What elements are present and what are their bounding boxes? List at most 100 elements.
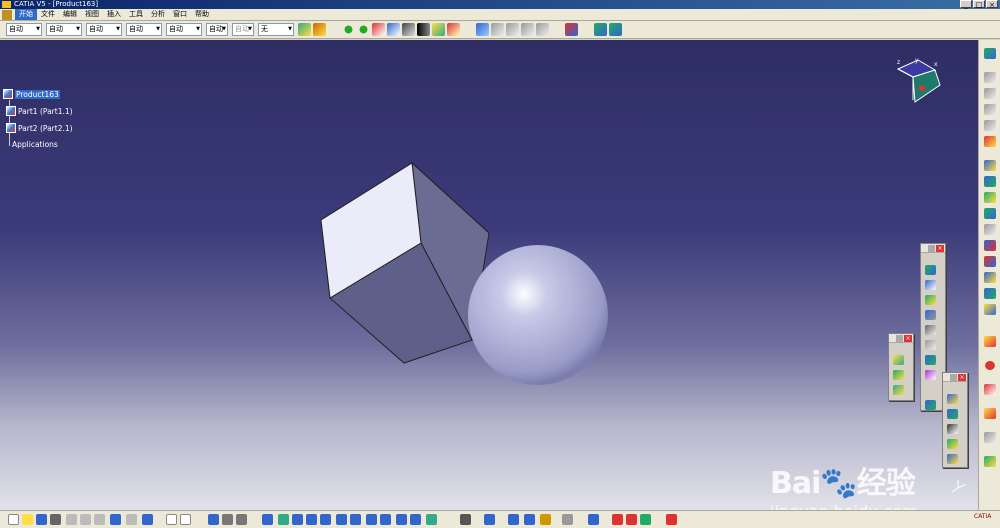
fly-icon[interactable] bbox=[262, 514, 273, 525]
texture-icon[interactable] bbox=[626, 514, 637, 525]
3d-viewport[interactable]: z y x Product163 Part1 (Part1.1) Part2 (… bbox=[0, 40, 978, 510]
hide-icon[interactable] bbox=[426, 514, 437, 525]
redo-icon[interactable] bbox=[126, 514, 137, 525]
quick-constraint-icon[interactable] bbox=[925, 370, 936, 380]
fix-icon[interactable] bbox=[925, 340, 936, 350]
new-icon[interactable] bbox=[8, 514, 19, 525]
catalog-icon[interactable] bbox=[984, 272, 996, 283]
stop-icon[interactable] bbox=[984, 360, 996, 371]
open-icon[interactable] bbox=[22, 514, 33, 525]
menu-file[interactable]: 文件 bbox=[37, 9, 59, 20]
tree-item-part1[interactable]: Part1 (Part1.1) bbox=[6, 106, 73, 116]
copy-icon[interactable] bbox=[80, 514, 91, 525]
line-icon[interactable] bbox=[984, 120, 996, 131]
rotate-view-icon[interactable] bbox=[236, 514, 247, 525]
iso-view-icon[interactable] bbox=[380, 514, 391, 525]
zoom-in-icon[interactable] bbox=[320, 514, 331, 525]
annotation-icon[interactable] bbox=[984, 408, 996, 419]
cut-icon[interactable] bbox=[66, 514, 77, 525]
view-icon[interactable] bbox=[984, 432, 996, 443]
link-icon[interactable] bbox=[562, 514, 573, 525]
analysis-icon[interactable] bbox=[984, 136, 996, 147]
print-icon[interactable] bbox=[50, 514, 61, 525]
menu-window[interactable]: 窗口 bbox=[169, 9, 191, 20]
component-icon[interactable] bbox=[893, 355, 904, 365]
point-type-combo[interactable]: 自动 bbox=[166, 23, 202, 36]
sketch-icon[interactable] bbox=[984, 72, 996, 83]
layer-combo[interactable]: 无 bbox=[258, 23, 294, 36]
bom-icon[interactable] bbox=[984, 288, 996, 299]
offset-icon[interactable] bbox=[925, 310, 936, 320]
rendering-combo[interactable]: 自动 bbox=[206, 23, 228, 36]
tree-root[interactable]: Product163 bbox=[3, 89, 60, 99]
menu-view[interactable]: 视图 bbox=[81, 9, 103, 20]
manipulate-icon[interactable] bbox=[947, 394, 958, 404]
pan-view-icon[interactable] bbox=[292, 514, 303, 525]
bom-icon[interactable] bbox=[536, 23, 549, 36]
measure-icon[interactable] bbox=[484, 514, 495, 525]
scissors-icon[interactable] bbox=[372, 23, 385, 36]
sphere[interactable] bbox=[468, 245, 608, 385]
move-icon[interactable] bbox=[342, 23, 355, 36]
material-icon[interactable] bbox=[612, 514, 623, 525]
tree-item-applications[interactable]: Applications bbox=[12, 140, 58, 149]
save-icon[interactable] bbox=[36, 514, 47, 525]
distance-icon[interactable] bbox=[984, 208, 996, 219]
inertia-icon[interactable] bbox=[984, 240, 996, 251]
multi-view-icon[interactable] bbox=[366, 514, 377, 525]
maximize-button[interactable]: □ bbox=[973, 0, 985, 9]
apply-material-icon[interactable] bbox=[640, 514, 651, 525]
menu-insert[interactable]: 插入 bbox=[103, 9, 125, 20]
shading-edges-icon[interactable] bbox=[410, 514, 421, 525]
compass[interactable]: z y x bbox=[896, 57, 941, 103]
render-icon[interactable] bbox=[588, 514, 599, 525]
pen-icon[interactable] bbox=[387, 23, 400, 36]
scene-icon[interactable] bbox=[984, 256, 996, 267]
close-icon[interactable]: × bbox=[936, 245, 944, 252]
measure-icon[interactable] bbox=[984, 224, 996, 235]
undo-icon[interactable] bbox=[110, 514, 121, 525]
properties-icon[interactable] bbox=[524, 514, 535, 525]
snap-icon[interactable] bbox=[417, 23, 430, 36]
stop-manipulate-icon[interactable] bbox=[947, 439, 958, 449]
tree-item-part1-label[interactable]: Part1 (Part1.1) bbox=[18, 107, 73, 116]
fix-icon[interactable] bbox=[447, 23, 460, 36]
menu-tools[interactable]: 工具 bbox=[125, 9, 147, 20]
menu-help[interactable]: 帮助 bbox=[191, 9, 213, 20]
part-icon[interactable] bbox=[893, 385, 904, 395]
fit-icon[interactable] bbox=[208, 514, 219, 525]
update-icon[interactable] bbox=[925, 400, 936, 410]
menu-analyze[interactable]: 分析 bbox=[147, 9, 169, 20]
tree-root-label[interactable]: Product163 bbox=[15, 89, 60, 99]
fix-together-icon[interactable] bbox=[925, 355, 936, 365]
close-button[interactable]: × bbox=[986, 0, 998, 9]
walk-icon[interactable] bbox=[278, 514, 289, 525]
zoom-out-icon[interactable] bbox=[336, 514, 347, 525]
coincidence-icon[interactable] bbox=[925, 280, 936, 290]
sectioning-icon[interactable] bbox=[984, 192, 996, 203]
render-icon[interactable] bbox=[565, 23, 578, 36]
tree-item-applications-label[interactable]: Applications bbox=[12, 140, 58, 149]
assembly-icon[interactable] bbox=[521, 23, 534, 36]
point-icon[interactable] bbox=[984, 104, 996, 115]
normal-view-icon[interactable] bbox=[350, 514, 361, 525]
update-icon[interactable] bbox=[508, 514, 519, 525]
grid-icon[interactable] bbox=[666, 514, 677, 525]
smart-move-icon[interactable] bbox=[947, 454, 958, 464]
plane-icon[interactable] bbox=[984, 88, 996, 99]
line-thickness-combo[interactable]: 自动 bbox=[86, 23, 122, 36]
flag-icon[interactable] bbox=[609, 23, 622, 36]
light-icon[interactable] bbox=[540, 514, 551, 525]
menu-edit[interactable]: 编辑 bbox=[59, 9, 81, 20]
close-icon[interactable]: × bbox=[958, 374, 966, 381]
shading-icon[interactable] bbox=[396, 514, 407, 525]
paint-icon[interactable] bbox=[298, 23, 311, 36]
snap-icon[interactable] bbox=[947, 409, 958, 419]
line-type-combo[interactable]: 自动 bbox=[126, 23, 162, 36]
publish-icon[interactable] bbox=[984, 304, 996, 315]
brush-icon[interactable] bbox=[313, 23, 326, 36]
paste-icon[interactable] bbox=[94, 514, 105, 525]
tree-item-part2-label[interactable]: Part2 (Part2.1) bbox=[18, 124, 73, 133]
flag-icon[interactable] bbox=[594, 23, 607, 36]
tree-item-part2[interactable]: Part2 (Part2.1) bbox=[6, 123, 73, 133]
